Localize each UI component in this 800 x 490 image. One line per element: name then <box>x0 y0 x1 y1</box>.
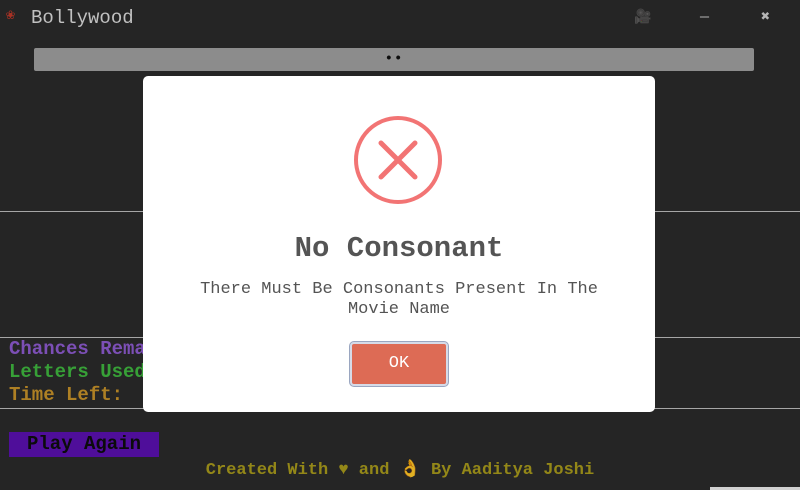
dialog-title: No Consonant <box>294 232 504 265</box>
error-x-icon <box>354 116 442 204</box>
ok-button[interactable]: OK <box>350 342 448 386</box>
alert-dialog: No Consonant There Must Be Consonants Pr… <box>143 76 655 412</box>
dialog-message: There Must Be Consonants Present In The … <box>200 280 598 319</box>
